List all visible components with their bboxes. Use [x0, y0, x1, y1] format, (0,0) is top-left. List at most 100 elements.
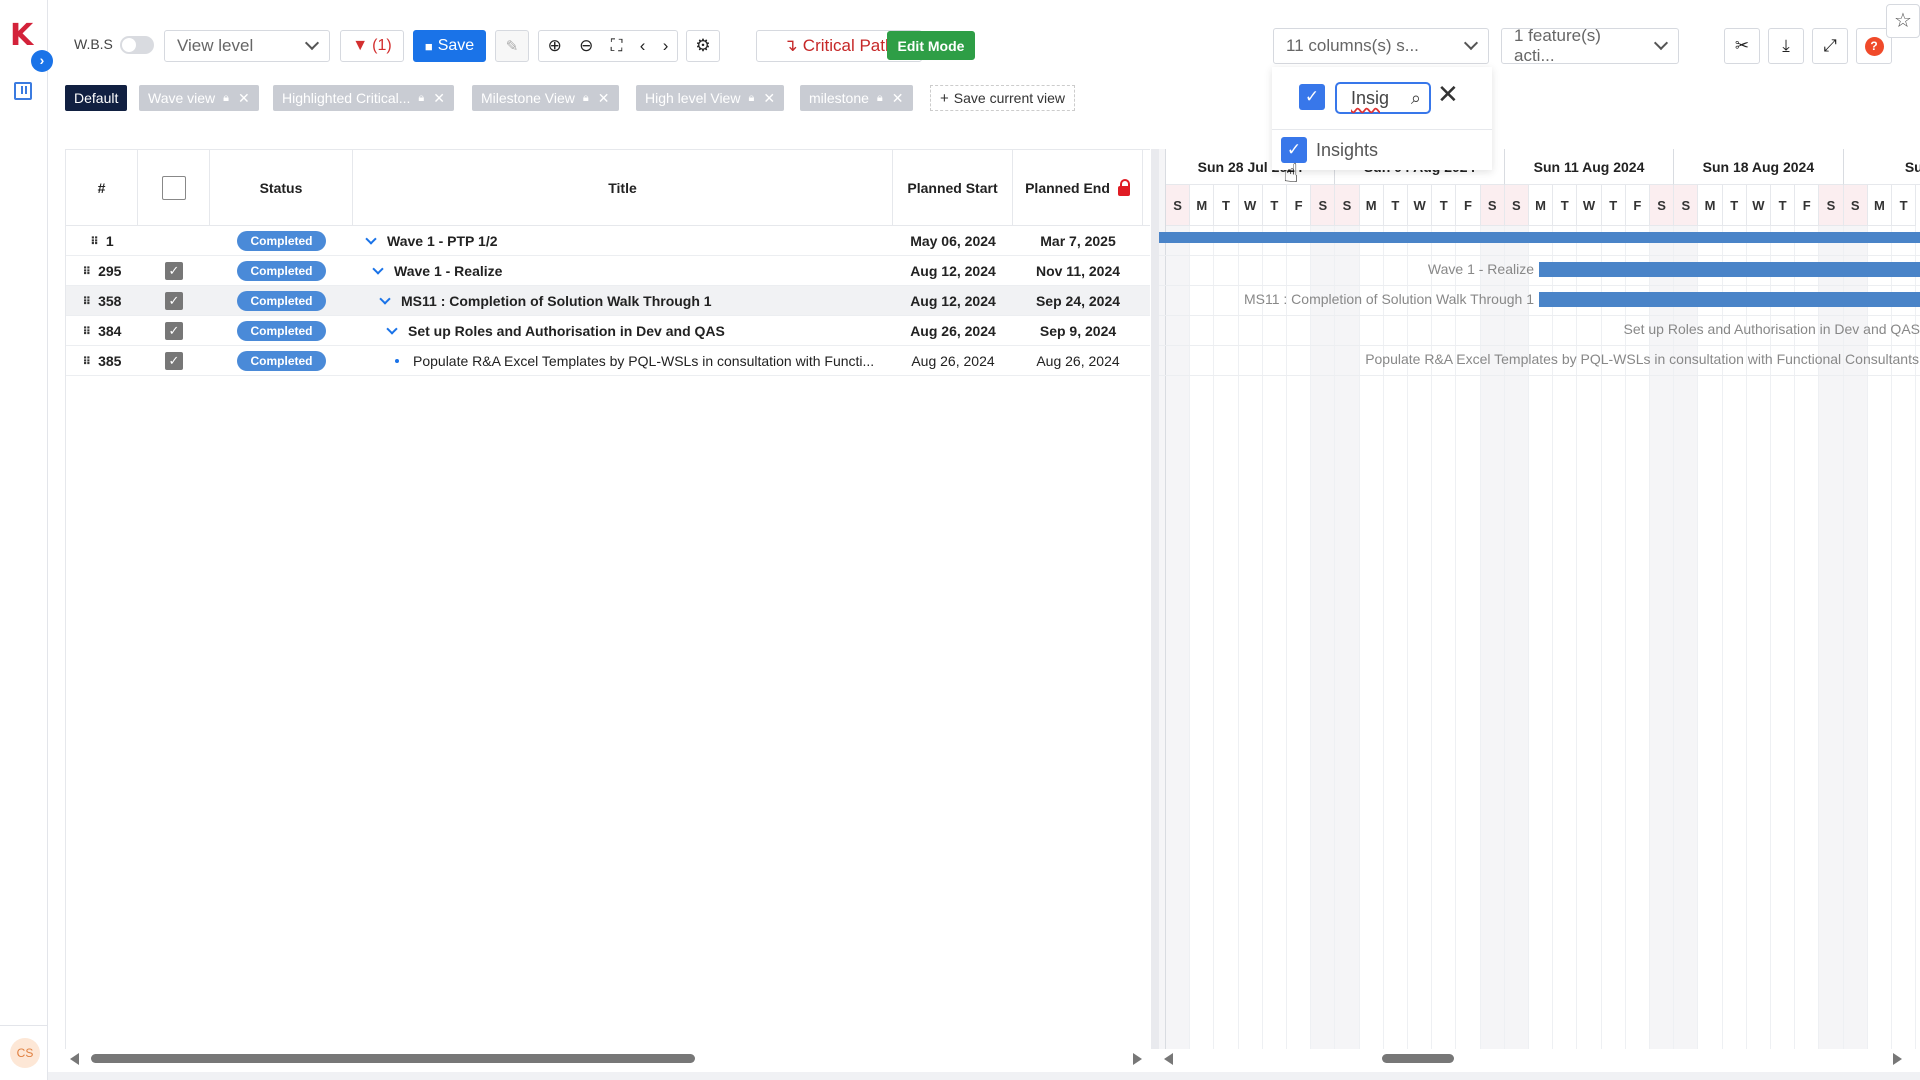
view-tab-wave-view[interactable]: Wave view 🔒︎ ✕ — [139, 85, 259, 111]
row-title-cell[interactable]: Set up Roles and Authorisation in Dev an… — [353, 316, 893, 346]
view-tab-default[interactable]: Default — [65, 85, 128, 111]
row-checkbox[interactable]: ✓ — [165, 262, 183, 280]
edit-pencil-button[interactable]: ✎ — [495, 30, 529, 62]
row-title-cell[interactable]: MS11 : Completion of Solution Walk Throu… — [353, 286, 893, 316]
close-icon[interactable]: ✕ — [892, 90, 904, 107]
row-title-cell[interactable]: Populate R&A Excel Templates by PQL-WSLs… — [353, 346, 893, 376]
row-title-cell[interactable]: Wave 1 - PTP 1/2 — [353, 226, 893, 256]
row-planned-start[interactable]: Aug 12, 2024 — [893, 286, 1013, 316]
close-icon[interactable]: ✕ — [1437, 79, 1459, 110]
row-planned-end[interactable]: Sep 9, 2024 — [1013, 316, 1143, 346]
row-planned-end[interactable]: Sep 24, 2024 — [1013, 286, 1143, 316]
row-planned-end[interactable]: Mar 7, 2025 — [1013, 226, 1143, 256]
gantt-task-bar[interactable] — [1539, 262, 1920, 277]
zoom-out-icon[interactable]: ⊖ — [579, 36, 593, 56]
status-badge[interactable]: Completed — [237, 231, 326, 251]
row-planned-start[interactable]: Aug 26, 2024 — [893, 316, 1013, 346]
chevron-down-icon[interactable] — [379, 292, 391, 305]
close-icon[interactable]: ✕ — [433, 90, 445, 107]
table-row[interactable]: ⠿ 384 ✓ Completed Set up Roles and Authorisa… — [66, 316, 1150, 346]
view-tab-high-level-view[interactable]: High level View 🔒︎ ✕ — [636, 85, 785, 111]
grid-scroll-thumb[interactable] — [91, 1054, 695, 1063]
user-avatar[interactable]: CS — [10, 1038, 40, 1068]
scroll-left-arrow-icon[interactable] — [1164, 1053, 1173, 1065]
scroll-left-arrow-icon[interactable] — [70, 1053, 79, 1065]
expand-sidebar-button[interactable]: › — [31, 50, 53, 72]
gantt-chart: Sun 28 Jul 2024Sun 04 Aug 2024Sun 11 Aug… — [1159, 149, 1920, 1049]
gantt-day-header: W — [1238, 185, 1263, 226]
column-header-planned-end[interactable]: Planned End — [1013, 150, 1143, 226]
insights-column-option[interactable]: Insights — [1316, 140, 1378, 161]
zoom-in-icon[interactable]: ⊕ — [548, 36, 562, 56]
wbs-toggle[interactable] — [120, 36, 154, 54]
filter-button[interactable]: ▼ (1) — [340, 30, 404, 62]
scroll-right-arrow-icon[interactable] — [1893, 1053, 1902, 1065]
fit-to-screen-icon[interactable]: ⛶ — [611, 36, 623, 56]
pane-splitter[interactable] — [1151, 149, 1159, 1049]
scroll-right-arrow-icon[interactable] — [1133, 1053, 1142, 1065]
status-badge[interactable]: Completed — [237, 261, 326, 281]
columns-select[interactable]: 11 columns(s) s... — [1273, 28, 1489, 64]
status-badge[interactable]: Completed — [237, 321, 326, 341]
row-title: Populate R&A Excel Templates by PQL-WSLs… — [413, 353, 875, 369]
row-checkbox[interactable]: ✓ — [165, 322, 183, 340]
column-header-number[interactable]: # — [66, 150, 138, 226]
close-icon[interactable]: ✕ — [238, 90, 250, 107]
chevron-left-icon[interactable]: ‹ — [640, 36, 646, 56]
close-icon[interactable]: ✕ — [763, 90, 775, 107]
row-planned-end[interactable]: Aug 26, 2024 — [1013, 346, 1143, 376]
drag-handle-icon[interactable]: ⠿ — [83, 265, 92, 278]
table-row[interactable]: ⠿ 358 ✓ Completed MS11 : Completion of Solut… — [66, 286, 1150, 316]
view-level-select[interactable]: View level — [164, 30, 330, 62]
close-icon[interactable]: ✕ — [598, 90, 610, 107]
gantt-scroll-thumb[interactable] — [1382, 1054, 1454, 1063]
download-button[interactable]: ⤓ — [1768, 28, 1804, 64]
drag-handle-icon[interactable]: ⠿ — [83, 355, 92, 368]
select-all-checkbox[interactable] — [161, 176, 186, 200]
select-all-columns-checkbox[interactable]: ✓ — [1299, 84, 1325, 110]
table-row[interactable]: ⠿ 385 ✓ Completed Populate R&A Excel Templat… — [66, 346, 1150, 376]
save-current-view-button[interactable]: + Save current view — [930, 85, 1076, 111]
status-badge[interactable]: Completed — [237, 291, 326, 311]
row-planned-start[interactable]: Aug 12, 2024 — [893, 256, 1013, 286]
drag-handle-icon[interactable]: ⠿ — [83, 325, 92, 338]
status-badge[interactable]: Completed — [237, 351, 326, 371]
save-button[interactable]: ■ Save — [413, 30, 486, 62]
gantt-day-header: T — [1892, 185, 1917, 226]
chevron-down-icon[interactable] — [365, 232, 377, 245]
chevron-down-icon[interactable] — [386, 322, 398, 335]
drag-handle-icon[interactable]: ⠿ — [83, 295, 92, 308]
favorite-star-icon[interactable]: ☆ — [1886, 4, 1920, 38]
chevron-down-icon[interactable] — [372, 262, 384, 275]
chevron-right-icon[interactable]: › — [663, 36, 669, 56]
row-planned-end[interactable]: Nov 11, 2024 — [1013, 256, 1143, 286]
drag-handle-icon[interactable]: ⠿ — [90, 235, 99, 248]
edit-mode-button[interactable]: Edit Mode — [887, 31, 975, 60]
gantt-bar-label: Wave 1 - Realize — [1427, 261, 1534, 277]
features-select[interactable]: 1 feature(s) acti... — [1501, 26, 1679, 65]
column-header-planned-start[interactable]: Planned Start — [893, 150, 1013, 226]
gantt-task-bar[interactable] — [1539, 292, 1920, 307]
view-tab-milestone[interactable]: milestone 🔒︎ ✕ — [800, 85, 913, 111]
cut-button[interactable]: ✂ — [1724, 28, 1760, 64]
view-tab-highlighted-critical[interactable]: Highlighted Critical... 🔒︎ ✕ — [273, 85, 454, 111]
gantt-task-bar[interactable] — [1159, 232, 1920, 243]
column-header-status[interactable]: Status — [210, 150, 353, 226]
board-icon[interactable] — [14, 82, 32, 100]
row-checkbox[interactable]: ✓ — [165, 292, 183, 310]
table-row[interactable]: ⠿ 295 ✓ Completed Wave 1 - Realize Aug 12, 20… — [66, 256, 1150, 286]
column-search-input[interactable]: Insig ⌕ — [1335, 82, 1431, 114]
gantt-horizontal-scrollbar[interactable] — [1159, 1049, 1920, 1067]
row-checkbox-empty[interactable] — [165, 232, 183, 250]
row-planned-start[interactable]: Aug 26, 2024 — [893, 346, 1013, 376]
view-tab-milestone-view[interactable]: Milestone View 🔒︎ ✕ — [472, 85, 619, 111]
column-header-title[interactable]: Title — [353, 150, 893, 226]
row-checkbox[interactable]: ✓ — [165, 352, 183, 370]
table-row[interactable]: ⠿ 1 Completed Wave 1 - PTP 1/2 May 06, 2024 M… — [66, 226, 1150, 256]
row-title-cell[interactable]: Wave 1 - Realize — [353, 256, 893, 286]
row-planned-start[interactable]: May 06, 2024 — [893, 226, 1013, 256]
auto-schedule-button[interactable]: ⚙ — [686, 30, 720, 62]
pencil-icon: ✎ — [505, 38, 519, 55]
fullscreen-button[interactable]: ⤢ — [1812, 28, 1848, 64]
grid-horizontal-scrollbar[interactable] — [65, 1049, 1149, 1067]
